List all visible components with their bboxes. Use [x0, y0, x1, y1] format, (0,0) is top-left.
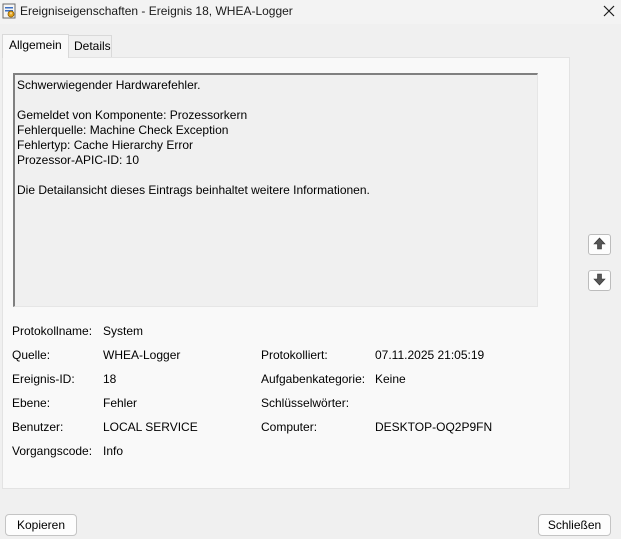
event-id-value[interactable]: 18: [103, 372, 116, 386]
description-line: Die Detailansicht dieses Eintrags beinha…: [17, 183, 370, 197]
source-label: Quelle:: [12, 348, 51, 362]
tab-details[interactable]: Details: [67, 35, 112, 57]
level-label: Ebene:: [12, 396, 51, 410]
next-event-button[interactable]: [588, 270, 611, 291]
tab-general-label: Allgemein: [9, 38, 62, 52]
opcode-value[interactable]: Info: [103, 444, 123, 458]
computer-value[interactable]: DESKTOP-OQ2P9FN: [375, 420, 492, 434]
copy-button-label: Kopieren: [16, 518, 66, 532]
logged-value[interactable]: 07.11.2025 21:05:19: [375, 348, 484, 362]
source-value[interactable]: WHEA-Logger: [103, 348, 180, 362]
description-line: Fehlerquelle: Machine Check Exception: [17, 123, 229, 137]
tab-general[interactable]: Allgemein: [2, 34, 69, 58]
close-button[interactable]: [597, 0, 621, 24]
logged-label: Protokolliert:: [261, 348, 328, 362]
log-name-value[interactable]: System: [103, 324, 143, 338]
description-line: Prozessor-APIC-ID: 10: [17, 153, 140, 167]
arrow-down-icon: [593, 273, 606, 289]
description-line: Fehlertyp: Cache Hierarchy Error: [17, 138, 194, 152]
title-bar: Ereigniseigenschaften - Ereignis 18, WHE…: [0, 0, 621, 24]
user-label: Benutzer:: [12, 420, 64, 434]
close-dialog-button[interactable]: Schließen: [538, 514, 611, 536]
event-id-label: Ereignis-ID:: [12, 372, 75, 386]
opcode-label: Vorgangscode:: [12, 444, 93, 458]
event-viewer-icon: [2, 3, 16, 19]
keywords-label: Schlüsselwörter:: [261, 396, 350, 410]
description-line: Gemeldet von Komponente: Prozessorkern: [17, 108, 248, 122]
close-icon: [603, 5, 615, 20]
tab-details-label: Details: [74, 39, 111, 53]
copy-button[interactable]: Kopieren: [5, 514, 77, 536]
arrow-up-icon: [593, 237, 606, 253]
description-line: [17, 168, 535, 183]
computer-label: Computer:: [261, 420, 318, 434]
description-line: Schwerwiegender Hardwarefehler.: [17, 78, 201, 92]
description-line: [17, 93, 535, 108]
log-name-label: Protokollname:: [12, 324, 93, 338]
task-category-label: Aufgabenkategorie:: [261, 372, 366, 386]
task-category-value[interactable]: Keine: [375, 372, 406, 386]
level-value[interactable]: Fehler: [103, 396, 137, 410]
window-title: Ereigniseigenschaften - Ereignis 18, WHE…: [20, 4, 293, 18]
previous-event-button[interactable]: [588, 234, 611, 255]
user-value[interactable]: LOCAL SERVICE: [103, 420, 198, 434]
event-description[interactable]: Schwerwiegender Hardwarefehler. Gemeldet…: [13, 73, 538, 307]
close-dialog-button-label: Schließen: [547, 518, 602, 532]
